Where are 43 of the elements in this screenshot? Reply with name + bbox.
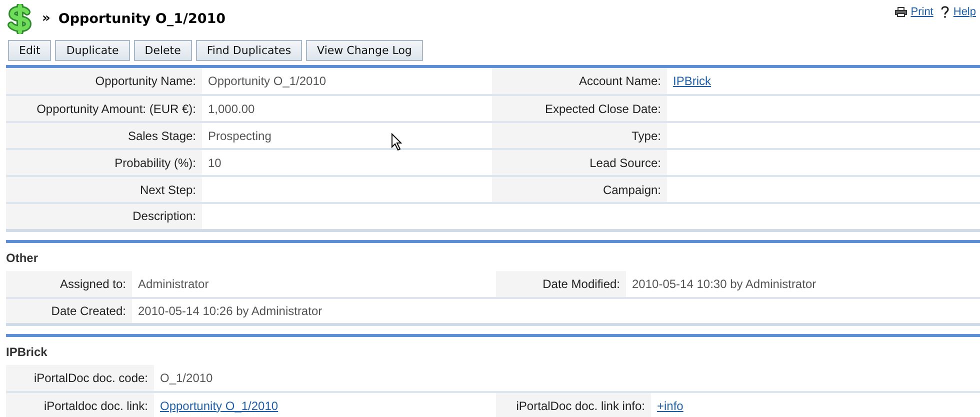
toolbar-button[interactable]: View Change Log [306,40,423,61]
field-label: Date Created: [51,304,126,318]
dollar-sign-icon [6,4,34,34]
field-value: Administrator [138,276,209,290]
field-label: Campaign: [602,182,661,196]
field-label: Expected Close Date: [544,102,661,116]
page-title: Opportunity O_1/2010 [58,10,226,29]
field-label: Type: [632,128,661,142]
field-link[interactable]: Opportunity O_1/2010 [160,398,278,412]
field-label: Lead Source: [590,156,661,170]
field-label: Opportunity Name: [95,74,196,88]
printer-icon[interactable] [894,7,907,18]
question-mark-icon[interactable] [941,6,950,18]
field-label: iPortalDoc doc. link info: [516,398,645,412]
field-label: Date Modified: [542,276,620,290]
field-value: 10 [208,156,222,170]
toolbar-button[interactable]: Find Duplicates [196,40,302,61]
field-value: Opportunity O_1/2010 [208,74,326,88]
field-label: Account Name: [578,74,661,88]
print-link[interactable]: Print [910,4,934,20]
field-value: 2010-05-14 10:30 by Administrator [632,276,816,290]
field-label: iPortaldoc doc. link: [44,398,148,412]
field-label: Probability (%): [114,156,196,170]
field-value: 1,000.00 [208,102,255,116]
field-label: iPortalDoc doc. code: [34,371,148,385]
toolbar-button[interactable]: Edit [8,40,52,61]
field-label: Assigned to: [60,276,126,290]
field-link[interactable]: +info [657,398,684,412]
section-heading: IPBrick [6,344,48,361]
field-label: Sales Stage: [128,128,196,142]
help-link[interactable]: Help [953,4,976,20]
section-heading: Other [6,250,40,266]
mouse-pointer-icon [391,133,403,151]
field-value: 2010-05-14 10:26 by Administrator [138,304,322,318]
breadcrumb-separator: » [42,10,50,28]
toolbar-button[interactable]: Duplicate [55,40,130,61]
field-label: Opportunity Amount: (EUR €): [36,102,196,116]
field-link[interactable]: IPBrick [673,74,712,88]
field-value: O_1/2010 [160,371,213,385]
field-value: Prospecting [208,128,272,142]
field-label: Description: [132,209,196,224]
toolbar-button[interactable]: Delete [134,40,192,61]
field-label: Next Step: [140,182,196,196]
